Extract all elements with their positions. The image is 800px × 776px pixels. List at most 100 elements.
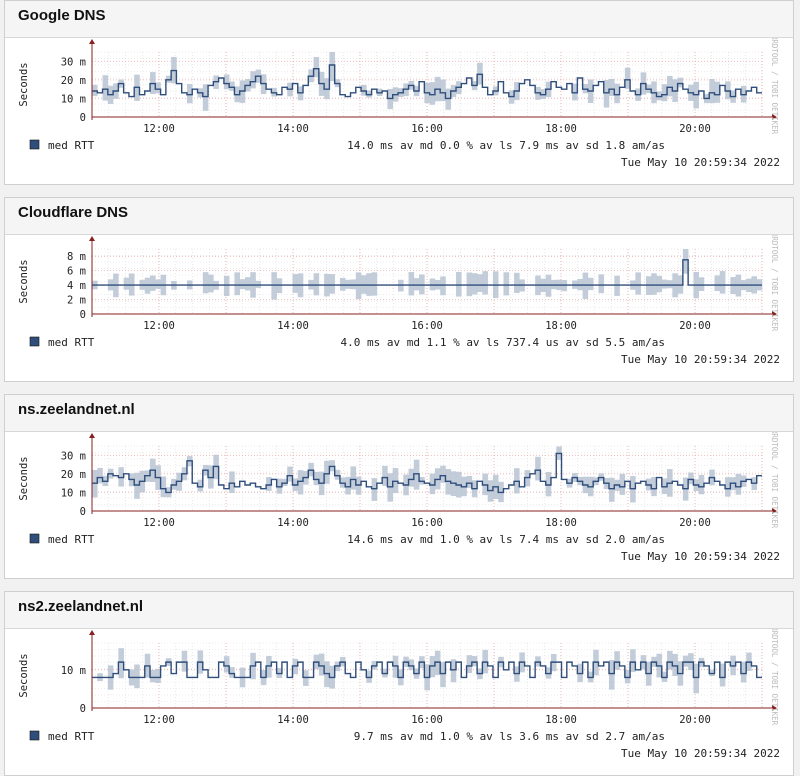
chart-timestamp: Tue May 10 20:59:34 2022 bbox=[621, 353, 780, 366]
y-axis-arrow bbox=[89, 39, 95, 44]
smoke-band bbox=[239, 279, 246, 290]
smoke-band bbox=[339, 277, 346, 291]
smoke-band bbox=[587, 277, 594, 291]
smoke-band bbox=[503, 272, 510, 296]
smoke-band bbox=[614, 275, 620, 296]
smoke-band bbox=[271, 272, 277, 300]
panel-header: ns2.zeelandnet.nl bbox=[5, 592, 793, 629]
x-tick-label: 18:00 bbox=[545, 320, 577, 332]
x-tick-label: 12:00 bbox=[143, 517, 175, 529]
y-tick-label: 0 bbox=[80, 506, 86, 518]
smoke-band bbox=[134, 664, 140, 689]
y-tick-label: 10 m bbox=[61, 487, 86, 499]
smoke-band bbox=[609, 477, 615, 502]
legend-swatch bbox=[29, 730, 40, 741]
x-tick-label: 12:00 bbox=[143, 714, 175, 726]
panel-title: Cloudflare DNS bbox=[18, 204, 129, 221]
legend-series-name: med RTT bbox=[48, 730, 95, 743]
y-tick-label: 2 m bbox=[67, 295, 86, 307]
smoke-band bbox=[150, 275, 156, 291]
chart-timestamp: Tue May 10 20:59:34 2022 bbox=[621, 156, 780, 169]
y-axis-arrow bbox=[89, 433, 95, 438]
smoke-band bbox=[123, 277, 130, 290]
y-tick-label: 6 m bbox=[67, 266, 86, 278]
smoke-band bbox=[371, 272, 378, 296]
x-tick-label: 12:00 bbox=[143, 123, 175, 135]
chart-timestamp: Tue May 10 20:59:34 2022 bbox=[621, 747, 780, 760]
smoke-band bbox=[102, 75, 109, 101]
y-tick-label: 20 m bbox=[61, 75, 86, 87]
legend-stats: 14.0 ms av md 0.0 % av ls 7.9 ms av sd 1… bbox=[347, 139, 665, 152]
y-axis-label: Seconds bbox=[18, 62, 30, 106]
smoke-band bbox=[667, 75, 673, 97]
smoke-band bbox=[635, 272, 641, 295]
y-tick-label: 20 m bbox=[61, 469, 86, 481]
smoke-band bbox=[514, 272, 520, 293]
legend-swatch bbox=[29, 336, 40, 347]
smoke-band bbox=[244, 277, 251, 291]
y-tick-label: 30 m bbox=[61, 56, 86, 68]
y-tick-label: 10 m bbox=[61, 93, 86, 105]
smoke-band bbox=[419, 274, 425, 295]
smoke-band bbox=[329, 274, 335, 294]
smoke-band bbox=[598, 274, 605, 294]
smoke-band bbox=[667, 280, 673, 289]
panel-header: ns.zeelandnet.nl bbox=[5, 395, 793, 432]
smoke-band bbox=[208, 274, 214, 293]
smoke-band bbox=[656, 275, 663, 293]
smoke-band bbox=[440, 276, 446, 296]
smoke-band bbox=[667, 650, 673, 670]
smoke-band bbox=[614, 651, 620, 670]
smoke-band bbox=[297, 470, 304, 495]
y-tick-label: 30 m bbox=[61, 450, 86, 462]
rrdtool-watermark: RRDTOOL / TOBI OETIKER bbox=[770, 38, 779, 135]
x-tick-label: 18:00 bbox=[545, 714, 577, 726]
rrd-chart: 0 10 m 12:00 14:00 16:00 18:00 20:00 Seconds RRD… bbox=[18, 629, 780, 760]
x-tick-label: 12:00 bbox=[143, 320, 175, 332]
smoke-band bbox=[313, 273, 320, 296]
y-tick-label: 4 m bbox=[67, 280, 86, 292]
panel-header: Google DNS bbox=[5, 1, 793, 38]
x-tick-label: 18:00 bbox=[545, 517, 577, 529]
y-tick-label: 0 bbox=[80, 703, 86, 715]
y-tick-label: 8 m bbox=[67, 251, 86, 263]
x-tick-label: 16:00 bbox=[411, 714, 443, 726]
rrd-chart: 0 10 m 20 m 30 m 12:00 14:00 16:00 18:00 20:00 Se… bbox=[18, 432, 780, 563]
panel-google-dns: Google DNS 0 10 m 20 m 30 m 12:00 14:00 16:00 1… bbox=[4, 0, 794, 185]
legend-swatch bbox=[29, 139, 40, 150]
smoke-band bbox=[155, 279, 161, 289]
smoke-band bbox=[392, 468, 399, 494]
smoke-band bbox=[482, 271, 488, 295]
smoke-band bbox=[292, 273, 299, 293]
x-tick-label: 18:00 bbox=[545, 123, 577, 135]
panel-title: ns.zeelandnet.nl bbox=[18, 401, 135, 418]
smoke-band bbox=[350, 466, 357, 490]
x-tick-label: 20:00 bbox=[679, 517, 711, 529]
rrdtool-watermark: RRDTOOL / TOBI OETIKER bbox=[770, 235, 779, 332]
smoke-band bbox=[603, 79, 610, 108]
rrd-chart: 0 10 m 20 m 30 m 12:00 14:00 16:00 18:00 20:00 Se… bbox=[18, 38, 780, 169]
smoke-band bbox=[466, 272, 473, 297]
smoke-band bbox=[202, 272, 209, 294]
x-tick-label: 14:00 bbox=[277, 517, 309, 529]
smoke-band bbox=[719, 271, 726, 294]
y-axis-arrow bbox=[89, 236, 95, 241]
x-tick-label: 20:00 bbox=[679, 123, 711, 135]
panel-title: ns2.zeelandnet.nl bbox=[18, 598, 144, 615]
y-axis-arrow bbox=[89, 630, 95, 635]
panel-cloudflare-dns: Cloudflare DNS 0 2 m 4 m 6 m 8 m 12:00 14:00 16… bbox=[4, 197, 794, 382]
panel-header: Cloudflare DNS bbox=[5, 198, 793, 235]
smoke-band bbox=[456, 271, 462, 297]
smoke-band bbox=[413, 278, 420, 291]
x-tick-label: 16:00 bbox=[411, 123, 443, 135]
legend-series-name: med RTT bbox=[48, 139, 95, 152]
legend-stats: 9.7 ms av md 1.0 % av ls 3.6 ms av sd 2.… bbox=[354, 730, 665, 743]
rrd-chart: 0 2 m 4 m 6 m 8 m 12:00 14:00 16:00 18:00 20:00 Se… bbox=[18, 235, 780, 366]
x-tick-label: 16:00 bbox=[411, 320, 443, 332]
x-tick-label: 14:00 bbox=[277, 123, 309, 135]
smoke-band bbox=[471, 273, 478, 295]
x-tick-label: 14:00 bbox=[277, 714, 309, 726]
y-tick-label: 0 bbox=[80, 309, 86, 321]
smoke-band bbox=[651, 273, 657, 295]
x-tick-label: 14:00 bbox=[277, 320, 309, 332]
